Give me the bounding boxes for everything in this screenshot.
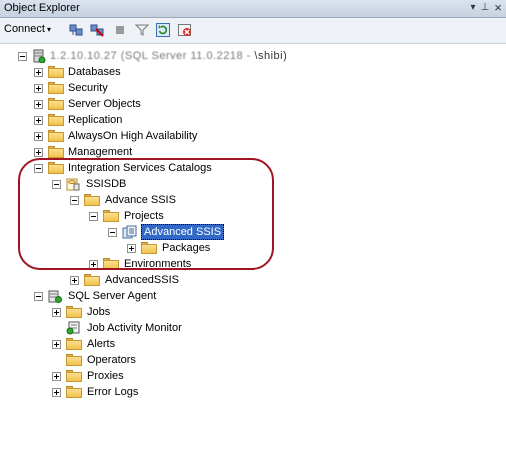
server-icon <box>33 49 46 63</box>
expand-toggle[interactable] <box>52 340 61 349</box>
close-icon[interactable]: × <box>491 1 505 15</box>
tree-node-label: SQL Server Agent <box>68 290 157 302</box>
tree-node-label: Proxies <box>87 370 124 382</box>
tree-node-label: Jobs <box>87 306 111 318</box>
tree-node-error-logs[interactable]: Error Logs <box>0 384 506 400</box>
expand-toggle[interactable] <box>52 372 61 381</box>
tree-node-alerts[interactable]: Alerts <box>0 336 506 352</box>
expand-toggle[interactable] <box>34 68 43 77</box>
tree-node-label: AlwaysOn High Availability <box>68 130 198 142</box>
tree-node-label: Databases <box>68 66 121 78</box>
folder-icon <box>66 354 82 366</box>
tree-node-label: AdvancedSSIS <box>105 274 179 286</box>
panel-title: Object Explorer <box>4 2 80 14</box>
object-explorer-toolbar: Connect ▾ <box>0 18 506 44</box>
tree-node-sql-server-agent[interactable]: SQL Server Agent <box>0 288 506 304</box>
auto-hide-pin-icon[interactable]: ⊥ <box>478 1 492 15</box>
disconnect-icon[interactable] <box>90 23 104 37</box>
annotation-highlight-oval <box>18 158 274 270</box>
tree-node-databases[interactable]: Databases <box>0 64 506 80</box>
folder-icon <box>48 82 64 94</box>
tree-node-server-objects[interactable]: Server Objects <box>0 96 506 112</box>
tree-node-alwayson[interactable]: AlwaysOn High Availability <box>0 128 506 144</box>
expand-toggle[interactable] <box>34 132 43 141</box>
tree-node-operators[interactable]: Operators <box>0 352 506 368</box>
expand-toggle[interactable] <box>52 308 61 317</box>
folder-icon <box>66 306 82 318</box>
expand-toggle[interactable] <box>34 148 43 157</box>
folder-icon <box>48 146 64 158</box>
folder-icon <box>48 66 64 78</box>
tree-node-replication[interactable]: Replication <box>0 112 506 128</box>
folder-icon <box>48 130 64 142</box>
connect-label: Connect <box>4 23 45 35</box>
folder-icon <box>66 338 82 350</box>
tree-node-label: Replication <box>68 114 123 126</box>
expand-toggle[interactable] <box>70 276 79 285</box>
refresh-icon[interactable] <box>156 23 170 37</box>
activity-monitor-icon[interactable] <box>178 23 192 37</box>
connect-dropdown-button[interactable]: Connect ▾ <box>4 23 51 35</box>
expand-toggle[interactable] <box>52 388 61 397</box>
tree-node-security[interactable]: Security <box>0 80 506 96</box>
folder-icon <box>66 370 82 382</box>
chevron-down-icon: ▾ <box>46 25 51 34</box>
tree-node-label: Server Objects <box>68 98 141 110</box>
object-explorer-titlebar: Object Explorer ▾ ⊥ × <box>0 0 506 18</box>
folder-icon <box>84 274 100 286</box>
tree-node-server[interactable]: 1.2.10.10.27 (SQL Server 11.0.2218 - \sh… <box>0 48 506 64</box>
expand-toggle[interactable] <box>34 84 43 93</box>
collapse-toggle[interactable] <box>18 52 27 61</box>
server-name-label: 1.2.10.10.27 (SQL Server 11.0.2218 - \sh… <box>50 50 288 62</box>
tree-node-label: Alerts <box>87 338 116 350</box>
tree-node-label: Error Logs <box>87 386 139 398</box>
tree-node-label: Security <box>68 82 108 94</box>
folder-icon <box>48 114 64 126</box>
tree-node-label: Operators <box>87 354 136 366</box>
stop-icon[interactable] <box>113 23 127 37</box>
collapse-toggle[interactable] <box>34 292 43 301</box>
job-activity-monitor-icon <box>66 321 80 335</box>
tree-node-job-activity-monitor[interactable]: Job Activity Monitor <box>0 320 506 336</box>
tree-node-proxies[interactable]: Proxies <box>0 368 506 384</box>
folder-icon <box>48 98 64 110</box>
sql-agent-icon <box>48 290 62 303</box>
filter-icon[interactable] <box>135 23 149 37</box>
tree-node-label: Job Activity Monitor <box>87 322 182 334</box>
connect-object-explorer-icon[interactable] <box>69 23 83 37</box>
tree-node-advancedssis-folder[interactable]: AdvancedSSIS <box>0 272 506 288</box>
expand-toggle[interactable] <box>34 100 43 109</box>
tree-node-jobs[interactable]: Jobs <box>0 304 506 320</box>
expand-toggle[interactable] <box>34 116 43 125</box>
folder-icon <box>66 386 82 398</box>
